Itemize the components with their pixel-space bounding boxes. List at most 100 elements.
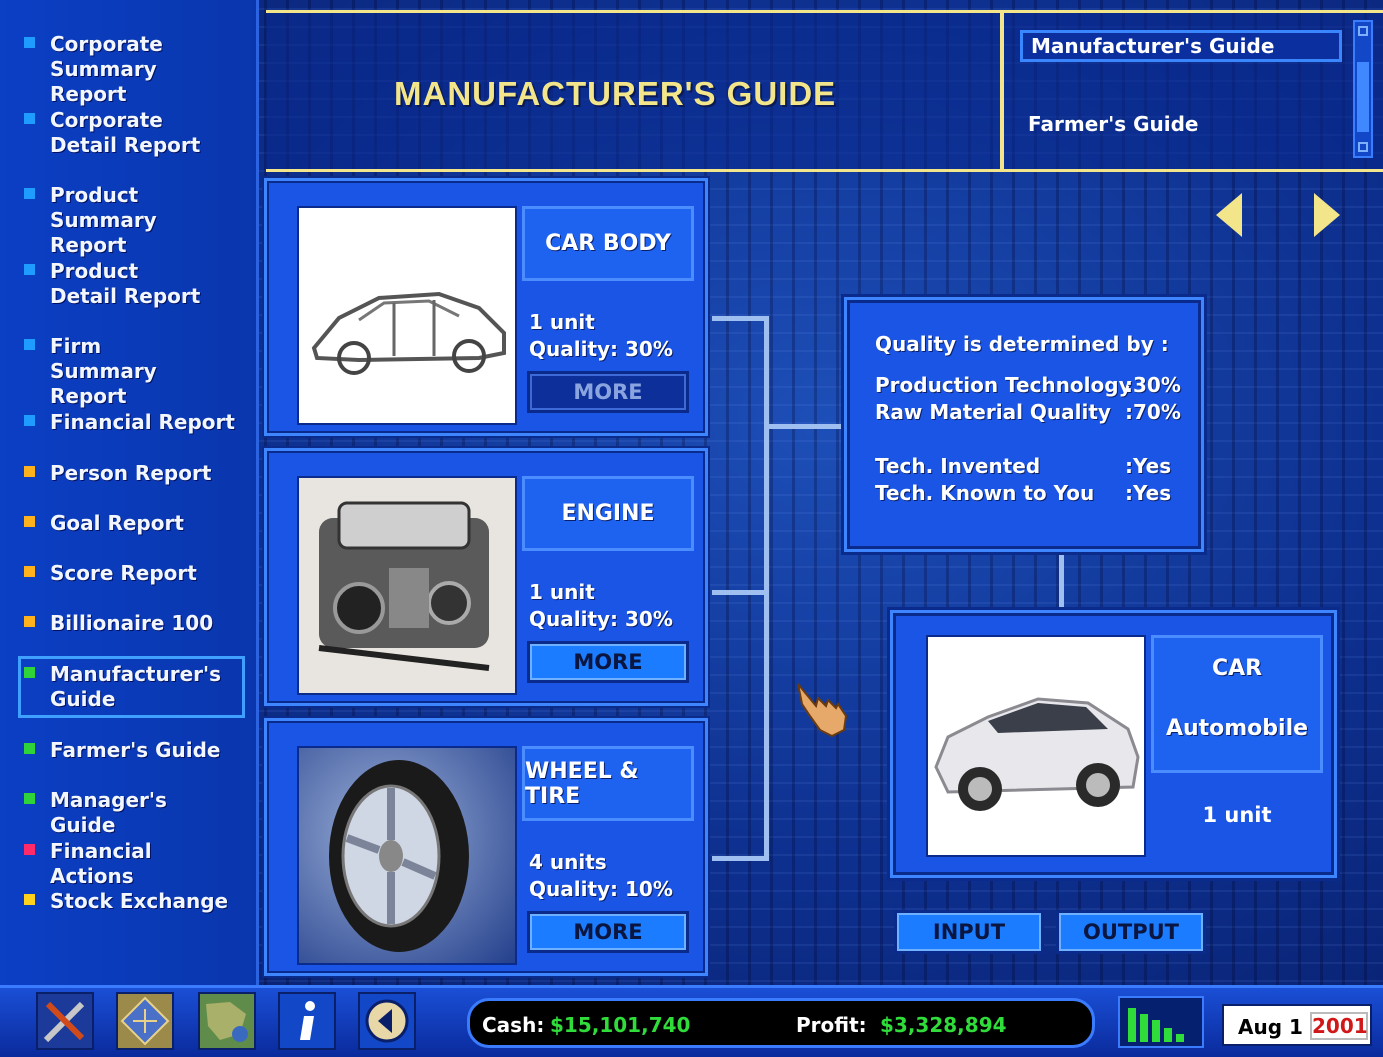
component-quality: Quality: 10% bbox=[529, 876, 673, 903]
scroll-down-icon[interactable] bbox=[1358, 142, 1368, 152]
guide-selector-list[interactable]: Manufacturer's Guide Farmer's Guide bbox=[1008, 18, 1348, 163]
connector-line bbox=[764, 424, 842, 429]
component-units: 1 unit bbox=[529, 579, 673, 606]
scroll-up-icon[interactable] bbox=[1358, 26, 1368, 36]
connector-line bbox=[764, 316, 769, 861]
grid-map-icon[interactable] bbox=[116, 992, 174, 1050]
bullet-icon bbox=[24, 264, 35, 275]
input-button[interactable]: INPUT bbox=[894, 910, 1044, 954]
product-name-box: CAR Automobile bbox=[1151, 635, 1323, 773]
component-name: WHEEL & TIRE bbox=[522, 746, 694, 821]
bullet-icon bbox=[24, 339, 35, 350]
bullet-icon bbox=[24, 894, 35, 905]
connector-line bbox=[712, 590, 768, 595]
tech-invented-label: Tech. Invented bbox=[875, 454, 1040, 478]
raw-material-value: :70% bbox=[1125, 400, 1181, 424]
scroll-thumb[interactable] bbox=[1357, 62, 1369, 132]
connector-line bbox=[712, 316, 768, 321]
product-units: 1 unit bbox=[1151, 803, 1323, 827]
connector-line bbox=[712, 856, 768, 861]
sidebar-item-score-report[interactable]: Score Report bbox=[24, 561, 239, 586]
product-name: CAR bbox=[1154, 656, 1320, 681]
date-display: Aug 1 2001 bbox=[1222, 1004, 1372, 1046]
engine-image bbox=[297, 476, 517, 695]
bullet-icon bbox=[24, 793, 35, 804]
tech-invented-value: :Yes bbox=[1125, 454, 1171, 478]
bullet-icon bbox=[24, 516, 35, 527]
sidebar-item-product-detail-report[interactable]: Product Detail Report bbox=[24, 259, 239, 309]
date-month-day: Aug 1 bbox=[1238, 1015, 1303, 1039]
more-button[interactable]: MORE bbox=[527, 371, 689, 413]
bullet-icon bbox=[24, 466, 35, 477]
more-button[interactable]: MORE bbox=[527, 911, 689, 953]
status-bar: Cash: $15,101,740 Profit: $3,328,894 bbox=[467, 998, 1095, 1048]
product-category: Automobile bbox=[1154, 716, 1320, 741]
car-image bbox=[926, 635, 1146, 857]
output-button[interactable]: OUTPUT bbox=[1056, 910, 1206, 954]
sidebar-item-firm-summary-report[interactable]: Firm Summary Report bbox=[24, 334, 239, 409]
world-map-icon[interactable] bbox=[198, 992, 256, 1050]
profit-value: $3,328,894 bbox=[880, 1013, 1007, 1037]
prev-arrow-icon[interactable] bbox=[1216, 193, 1242, 237]
bullet-icon bbox=[24, 844, 35, 855]
component-stats: 1 unit Quality: 30% bbox=[529, 309, 673, 363]
sidebar-item-corporate-detail-report[interactable]: Corporate Detail Report bbox=[24, 108, 239, 158]
quality-heading: Quality is determined by : bbox=[875, 332, 1169, 356]
bullet-icon bbox=[24, 188, 35, 199]
header-divider bbox=[1000, 13, 1004, 169]
cash-value: $15,101,740 bbox=[550, 1013, 690, 1037]
component-units: 1 unit bbox=[529, 309, 673, 336]
bullet-icon bbox=[24, 566, 35, 577]
component-stats: 4 units Quality: 10% bbox=[529, 849, 673, 903]
cash-label: Cash: bbox=[482, 1013, 544, 1037]
production-technology-value: :30% bbox=[1125, 373, 1181, 397]
bullet-icon bbox=[24, 616, 35, 627]
component-name: ENGINE bbox=[522, 476, 694, 551]
back-arrow-icon[interactable] bbox=[358, 992, 416, 1050]
component-panel-wheel-tire: WHEEL & TIRE 4 units Quality: 10% MORE bbox=[264, 718, 708, 976]
sidebar-item-billionaire-100[interactable]: Billionaire 100 bbox=[24, 611, 239, 636]
bullet-icon bbox=[24, 743, 35, 754]
info-icon[interactable] bbox=[278, 992, 336, 1050]
product-panel: CAR Automobile 1 unit bbox=[890, 610, 1337, 878]
more-button[interactable]: MORE bbox=[527, 641, 689, 683]
bullet-icon bbox=[24, 415, 35, 426]
sidebar-item-stock-exchange[interactable]: Stock Exchange bbox=[24, 889, 239, 914]
tech-known-label: Tech. Known to You bbox=[875, 481, 1094, 505]
component-panel-car-body: CAR BODY 1 unit Quality: 30% MORE bbox=[264, 178, 708, 436]
component-quality: Quality: 30% bbox=[529, 336, 673, 363]
profit-label: Profit: bbox=[796, 1013, 867, 1037]
wheel-tire-image bbox=[297, 746, 517, 965]
guide-list-scrollbar[interactable] bbox=[1353, 20, 1373, 158]
guide-option-manufacturers[interactable]: Manufacturer's Guide bbox=[1020, 30, 1342, 62]
quality-info-panel: Quality is determined by : Production Te… bbox=[844, 297, 1204, 552]
raw-material-label: Raw Material Quality bbox=[875, 400, 1111, 424]
car-body-image bbox=[297, 206, 517, 425]
sidebar-item-product-summary-report[interactable]: Product Summary Report bbox=[24, 183, 239, 258]
date-year: 2001 bbox=[1310, 1012, 1368, 1040]
component-units: 4 units bbox=[529, 849, 673, 876]
component-panel-engine: ENGINE 1 unit Quality: 30% MORE bbox=[264, 448, 708, 706]
sidebar-item-manufacturers-guide[interactable]: Manufacturer's Guide bbox=[24, 662, 239, 712]
sidebar-item-financial-report[interactable]: Financial Report bbox=[24, 410, 239, 435]
sidebar-item-managers-guide[interactable]: Manager's Guide bbox=[24, 788, 239, 838]
sidebar-item-corporate-summary-report[interactable]: Corporate Summary Report bbox=[24, 32, 239, 107]
tech-known-value: :Yes bbox=[1125, 481, 1171, 505]
bullet-icon bbox=[24, 667, 35, 678]
production-technology-label: Production Technology bbox=[875, 373, 1132, 397]
bar-chart-icon[interactable] bbox=[1118, 996, 1204, 1048]
bullet-icon bbox=[24, 37, 35, 48]
component-name: CAR BODY bbox=[522, 206, 694, 281]
hand-cursor-icon bbox=[792, 678, 852, 740]
hammer-icon[interactable] bbox=[36, 992, 94, 1050]
bullet-icon bbox=[24, 113, 35, 124]
sidebar-item-person-report[interactable]: Person Report bbox=[24, 461, 239, 486]
guide-option-farmers[interactable]: Farmer's Guide bbox=[1020, 108, 1342, 140]
sidebar-item-goal-report[interactable]: Goal Report bbox=[24, 511, 239, 536]
sidebar-item-financial-actions[interactable]: Financial Actions bbox=[24, 839, 239, 889]
component-stats: 1 unit Quality: 30% bbox=[529, 579, 673, 633]
sidebar-item-farmers-guide[interactable]: Farmer's Guide bbox=[24, 738, 239, 763]
next-arrow-icon[interactable] bbox=[1314, 193, 1340, 237]
sidebar: Corporate Summary Report Corporate Detai… bbox=[0, 0, 259, 985]
connector-line bbox=[1059, 555, 1064, 610]
